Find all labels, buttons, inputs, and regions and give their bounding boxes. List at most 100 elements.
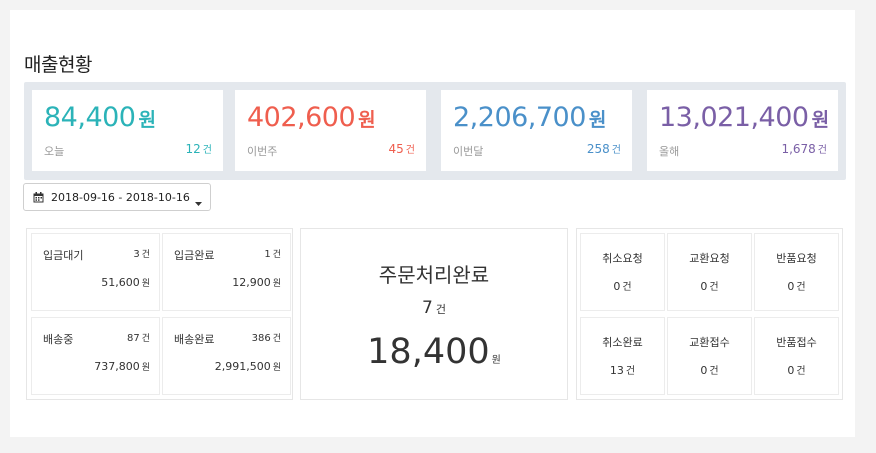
claim-count-unit: 건 [709, 282, 719, 293]
stat-count: 12 건 [186, 141, 212, 156]
stat-label: 올해 [659, 145, 680, 158]
stat-count-unit: 건 [405, 145, 415, 156]
status-label: 입금대기 [43, 249, 84, 262]
claim-count: 13 건 [581, 362, 664, 377]
stat-amount: 402,600 원 [247, 102, 376, 133]
stat-count-value: 1,678 [781, 142, 816, 156]
status-card-delivered[interactable]: 배송완료 386 건 2,991,500 원 [162, 317, 291, 395]
stat-count-value: 45 [388, 142, 404, 156]
claim-count-value: 13 [609, 364, 624, 377]
status-amount-value: 51,600 [101, 276, 140, 289]
stat-label: 오늘 [44, 145, 65, 158]
stat-count: 1,678 건 [781, 141, 827, 156]
claim-count-unit: 건 [622, 282, 632, 293]
claim-count-unit: 건 [625, 366, 636, 377]
stat-card-this-week: 402,600 원 이번주 45 건 [235, 90, 426, 171]
stat-value: 84,400 [44, 102, 136, 133]
claim-label: 취소완료 [602, 336, 643, 349]
status-amount-unit: 원 [272, 279, 281, 289]
claim-count: 0건 [668, 362, 751, 377]
claim-card-return-request[interactable]: 반품요청 0건 [754, 233, 839, 311]
date-range-picker[interactable]: 2018-09-16 - 2018-10-16 [23, 183, 211, 211]
page-title: 매출현황 [24, 54, 92, 76]
order-complete-title: 주문처리완료 [378, 263, 490, 287]
stat-label: 이번달 [453, 145, 484, 158]
status-amount: 737,800 원 [94, 360, 150, 373]
claims-box: 취소요청 0건 교환요청 0건 반품요청 0건 취소완료 13 건 교환접수 0건… [576, 228, 843, 400]
status-label: 입금완료 [174, 249, 215, 262]
caret-down-icon [195, 196, 202, 209]
stat-count-unit: 건 [202, 145, 212, 156]
status-amount-unit: 원 [141, 363, 150, 373]
status-amount-unit: 원 [272, 363, 281, 373]
stat-card-this-year: 13,021,400 원 올해 1,678 건 [647, 90, 838, 171]
status-count: 386 건 [252, 331, 281, 344]
status-count-unit: 건 [272, 334, 281, 344]
claim-card-exchange-request[interactable]: 교환요청 0건 [667, 233, 752, 311]
stat-amount: 84,400 원 [44, 102, 156, 133]
claim-count-unit: 건 [796, 366, 806, 377]
status-amount-value: 737,800 [94, 360, 140, 373]
status-count-value: 3 [133, 249, 140, 260]
status-label: 배송완료 [174, 333, 215, 346]
claim-card-cancel-complete[interactable]: 취소완료 13 건 [580, 317, 665, 395]
order-complete-amount-value: 18,400 [367, 332, 490, 372]
date-range-label: 2018-09-16 - 2018-10-16 [51, 191, 190, 204]
status-amount: 51,600 원 [101, 276, 150, 289]
stat-count-value: 12 [185, 142, 201, 156]
claim-count: 0건 [581, 278, 664, 293]
claim-label: 반품접수 [776, 336, 817, 349]
claim-count: 0건 [668, 278, 751, 293]
status-count-unit: 건 [141, 334, 150, 344]
stat-label: 이번주 [247, 145, 278, 158]
status-amount: 12,900 원 [232, 276, 281, 289]
claim-count-unit: 건 [796, 282, 806, 293]
claim-count-value: 0 [787, 364, 795, 377]
status-card-shipping[interactable]: 배송중 87 건 737,800 원 [31, 317, 160, 395]
claim-label: 교환요청 [689, 252, 730, 265]
stat-amount: 2,206,700 원 [453, 102, 606, 133]
order-complete-count-value: 7 [422, 298, 433, 318]
status-card-awaiting-deposit[interactable]: 입금대기 3건 51,600 원 [31, 233, 160, 311]
status-count-value: 1 [264, 249, 271, 260]
deposit-shipping-box: 입금대기 3건 51,600 원 입금완료 1건 12,900 원 배송중 87 건 … [26, 228, 293, 400]
status-count: 1건 [264, 247, 281, 260]
calendar-icon [33, 192, 44, 206]
stat-count-unit: 건 [611, 145, 621, 156]
claim-card-cancel-request[interactable]: 취소요청 0건 [580, 233, 665, 311]
stat-count: 258 건 [587, 141, 621, 156]
claim-count: 0건 [755, 362, 838, 377]
claim-count-value: 0 [700, 364, 708, 377]
status-amount-value: 2,991,500 [214, 360, 271, 373]
claim-label: 교환접수 [689, 336, 730, 349]
order-complete-amount-unit: 원 [491, 355, 501, 366]
status-count-unit: 건 [272, 250, 281, 260]
stat-unit: 원 [588, 109, 607, 131]
claim-label: 반품요청 [776, 252, 817, 265]
claim-count-unit: 건 [709, 366, 719, 377]
order-complete-count-unit: 건 [435, 303, 446, 316]
status-count-value: 87 [126, 333, 140, 344]
claim-card-exchange-received[interactable]: 교환접수 0건 [667, 317, 752, 395]
status-label: 배송중 [43, 333, 74, 346]
stat-card-this-month: 2,206,700 원 이번달 258 건 [441, 90, 632, 171]
stat-card-today: 84,400 원 오늘 12 건 [32, 90, 223, 171]
stat-value: 2,206,700 [453, 102, 586, 133]
claim-label: 취소요청 [602, 252, 643, 265]
order-complete-count: 7건 [301, 298, 567, 318]
claim-count-value: 0 [700, 280, 708, 293]
stat-unit: 원 [358, 109, 376, 131]
status-amount-unit: 원 [141, 279, 150, 289]
stat-amount: 13,021,400 원 [659, 102, 829, 133]
stat-value: 402,600 [247, 102, 356, 133]
sales-status-panel: 매출현황 84,400 원 오늘 12 건 402,600 원 이번주 45 건 2,2… [10, 10, 855, 437]
status-card-deposit-complete[interactable]: 입금완료 1건 12,900 원 [162, 233, 291, 311]
status-count-value: 386 [251, 333, 271, 344]
claim-count-value: 0 [613, 280, 621, 293]
stat-count-value: 258 [586, 142, 610, 156]
status-amount: 2,991,500 원 [215, 360, 281, 373]
claim-card-return-received[interactable]: 반품접수 0건 [754, 317, 839, 395]
claim-count-value: 0 [787, 280, 795, 293]
stat-value: 13,021,400 [659, 102, 809, 133]
order-complete-box[interactable]: 주문처리완료 7건 18,400 원 [300, 228, 568, 400]
